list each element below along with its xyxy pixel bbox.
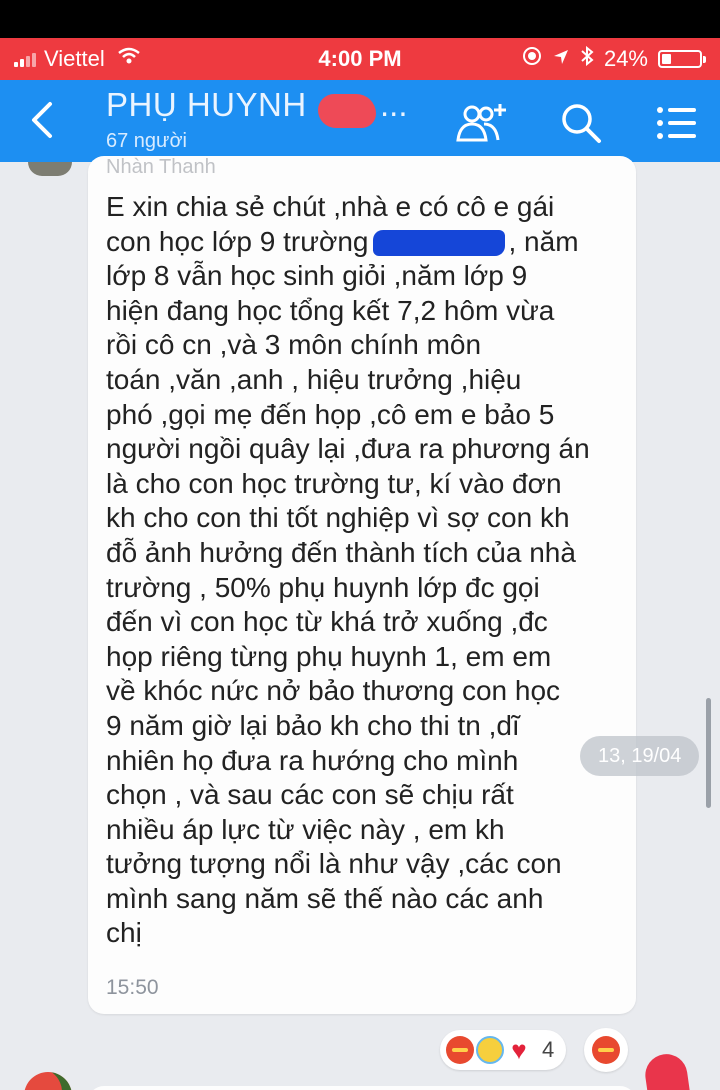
message-line: con học lớp 9 trường , năm [106, 225, 626, 260]
bluetooth-icon [580, 45, 594, 72]
date-pill: 13, 19/04 [580, 736, 700, 776]
message-line: rồi cô cn ,và 3 môn chính môn [106, 329, 482, 361]
battery-fill [662, 54, 671, 64]
heart-reaction-icon: ♥ [511, 1035, 527, 1065]
battery-icon [658, 50, 706, 68]
back-icon[interactable] [28, 98, 58, 150]
finger-overlay [642, 1051, 696, 1090]
message-line: nhiều áp lực từ việc này , em kh [106, 813, 505, 845]
message-line: E xin chia sẻ chút ,nhà e có cô e gái [106, 191, 555, 222]
screen-record-icon [522, 46, 542, 72]
redaction-mark [318, 94, 376, 128]
message-text: E xin chia sẻ chút ,nhà e có cô e gái co… [106, 190, 626, 951]
search-icon[interactable] [558, 100, 604, 146]
redaction-scribble [372, 230, 505, 257]
status-right: 24% [522, 45, 706, 72]
message-line: lớp 8 vẫn học sinh giỏi ,năm lớp 9 [106, 260, 528, 292]
message-time: 15:50 [106, 976, 159, 999]
group-title[interactable]: PHỤ HUYNH [106, 86, 307, 124]
chat-header: PHỤ HUYNH ... 67 người [0, 80, 720, 162]
message-line-part: , năm [508, 225, 579, 257]
message-line: mình sang năm sẽ thế nào các anh [106, 882, 544, 914]
screen-frame: Viettel 4:00 PM 24% PHỤ HUYNH ... 67 ngư… [0, 0, 720, 1090]
message-line: nhiên họ đưa ra hướng cho mình [106, 744, 519, 776]
phone-screen: Viettel 4:00 PM 24% PHỤ HUYNH ... 67 ngư… [0, 38, 720, 1090]
message-line: người ngồi quây lại ,đưa ra phương án [106, 433, 590, 465]
message-line: tưởng tượng nổi là như vậy ,các con [106, 848, 562, 880]
message-line-part: con học lớp 9 trường [106, 225, 369, 257]
message-line: phó ,gọi mẹ đến họp ,cô em e bảo 5 [106, 398, 555, 430]
message-line: trường , 50% phụ huynh lớp đc gọi [106, 571, 540, 603]
add-member-icon[interactable] [454, 100, 506, 146]
message-line: về khóc nức nở bảo thương con học [106, 675, 561, 707]
message-line: đến vì con học từ khá trở xuống ,đc [106, 606, 548, 638]
status-bar: Viettel 4:00 PM 24% [0, 38, 720, 80]
next-message-bubble[interactable] [88, 1086, 636, 1090]
reaction-count: 4 [542, 1037, 555, 1062]
location-icon [552, 46, 570, 72]
laugh-reaction-icon [476, 1036, 504, 1064]
sender-avatar[interactable] [28, 162, 72, 176]
message-line: hiện đang học tổng kết 7,2 hôm vừa [106, 294, 555, 326]
message-line: chị [106, 917, 142, 949]
angry-reaction-icon [592, 1036, 620, 1064]
battery-percent: 24% [603, 46, 648, 71]
message-line: kh cho con thi tốt nghiệp vì sợ con kh [106, 502, 570, 534]
message-line: họp riêng từng phụ huynh 1, em em [106, 640, 552, 672]
title-ellipsis: ... [380, 86, 408, 123]
message-line: đỗ ảnh hưởng đến thành tích của nhà [106, 536, 576, 568]
message-line: toán ,văn ,anh , hiệu trưởng ,hiệu [106, 363, 522, 395]
message-bubble[interactable]: Nhàn Thanh E xin chia sẻ chút ,nhà e có … [88, 156, 636, 1014]
scrollbar[interactable] [706, 698, 711, 808]
sender-name: Nhàn Thanh [106, 156, 216, 178]
chat-area[interactable]: Nhàn Thanh E xin chia sẻ chút ,nhà e có … [0, 156, 720, 1090]
next-sender-avatar[interactable] [24, 1072, 72, 1090]
reaction-summary[interactable]: ♥ 4 [440, 1030, 567, 1070]
menu-icon[interactable] [654, 100, 700, 146]
member-count[interactable]: 67 người [106, 130, 187, 153]
message-line: là cho con học trường tư, kí vào đơn [106, 467, 562, 499]
message-line: 9 năm giờ lại bảo kh cho thi tn ,dĩ [106, 709, 520, 741]
message-line: chọn , và sau các con sẽ chịu rất [106, 779, 514, 811]
angry-reaction-icon [446, 1036, 474, 1064]
add-reaction-button[interactable] [584, 1028, 628, 1072]
